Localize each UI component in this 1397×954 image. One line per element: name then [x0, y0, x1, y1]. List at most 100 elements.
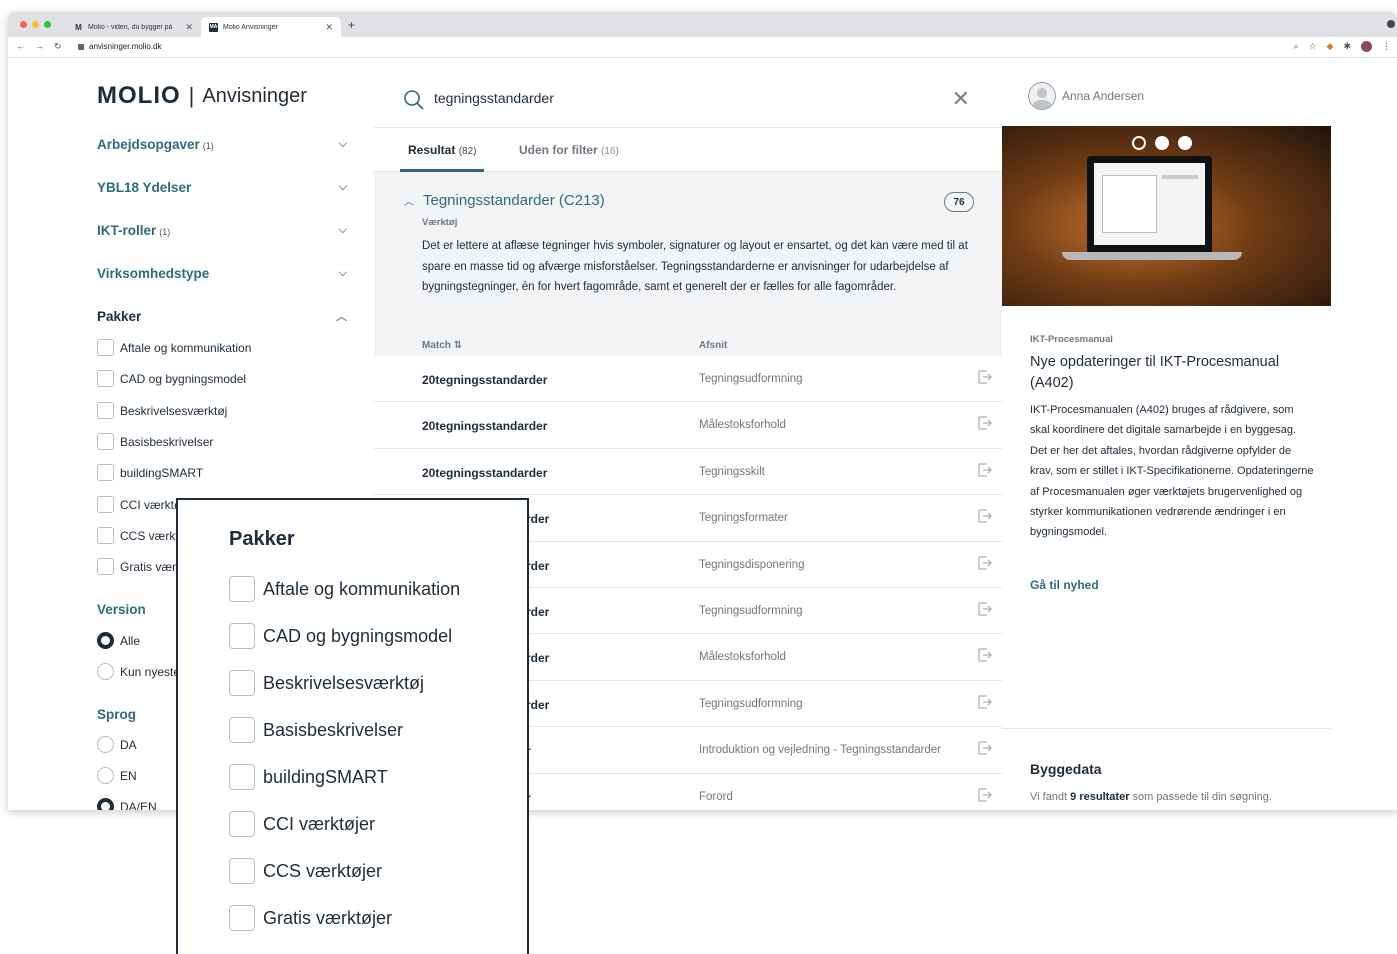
checkbox[interactable] — [97, 402, 114, 419]
lock-icon — [78, 43, 84, 50]
pakke-checkbox[interactable]: Aftale og kommunikation — [97, 339, 251, 356]
filter-label: Pakker — [97, 308, 142, 324]
checkbox[interactable] — [229, 576, 255, 602]
checkbox[interactable] — [229, 905, 255, 931]
checkbox[interactable] — [97, 339, 114, 356]
external-link-icon[interactable] — [978, 509, 992, 523]
zoom-checkbox[interactable]: Beskrivelsesværktøj — [229, 670, 424, 696]
checkbox[interactable] — [229, 717, 255, 743]
address-bar[interactable]: anvisninger.molio.dk — [78, 42, 161, 51]
pakke-checkbox[interactable]: Beskrivelsesværktøj — [97, 402, 227, 419]
zoom-checkbox[interactable]: Gratis værktøjer — [229, 905, 392, 931]
carousel-dot[interactable] — [1178, 136, 1192, 150]
filter-ybl18-ydelser[interactable]: YBL18 Ydelser ⌵ — [97, 176, 347, 198]
profile-avatar[interactable] — [1361, 41, 1372, 52]
star-icon[interactable]: ☆ — [1308, 41, 1316, 52]
browser-tab-anvisninger[interactable]: MA Molio Anvisninger ✕ — [201, 17, 341, 37]
zoom-checkbox[interactable]: Basisbeskrivelser — [229, 717, 403, 743]
search-input[interactable]: tegningsstandarder — [434, 90, 554, 106]
checkbox[interactable] — [97, 496, 114, 513]
pakke-checkbox[interactable]: buildingSMART — [97, 464, 203, 481]
tab-resultat[interactable]: Resultat (82) — [408, 143, 476, 157]
puzzle-extension-icon[interactable]: ✱ — [1343, 41, 1351, 52]
table-row[interactable]: 20tegningsstandarder Tegningsudformning — [374, 356, 1002, 403]
checkbox[interactable] — [97, 370, 114, 387]
checkbox[interactable] — [97, 527, 114, 544]
filter-count: (1) — [159, 226, 171, 237]
external-link-icon[interactable] — [978, 695, 992, 709]
divider — [1002, 728, 1331, 729]
filter-ikt-roller[interactable]: IKT-roller (1) ⌵ — [97, 219, 347, 241]
chevron-up-icon: ︿ — [336, 311, 347, 323]
radio-label: DA — [120, 737, 137, 752]
checkbox[interactable] — [229, 764, 255, 790]
version-radio[interactable]: Alle — [97, 632, 140, 649]
radio-selected[interactable] — [97, 798, 114, 810]
row-match: rder — [526, 512, 550, 527]
checkbox[interactable] — [229, 858, 255, 884]
external-link-icon[interactable] — [978, 370, 992, 384]
fox-extension-icon[interactable]: ◆ — [1327, 41, 1334, 52]
minimize-window-button[interactable] — [32, 21, 39, 28]
zoom-checkbox[interactable]: CCS værktøjer — [229, 858, 382, 884]
close-window-button[interactable] — [20, 21, 27, 28]
zoom-icon[interactable]: ⌕ — [1293, 41, 1298, 52]
pakke-checkbox[interactable]: Basisbeskrivelser — [97, 433, 213, 450]
external-link-icon[interactable] — [978, 463, 992, 477]
checkbox[interactable] — [97, 464, 114, 481]
checkbox[interactable] — [97, 558, 114, 575]
zoom-checkbox[interactable]: Aftale og kommunikation — [229, 576, 460, 602]
carousel-dot[interactable] — [1132, 136, 1146, 150]
browser-tab-molio[interactable]: M Molio - viden, du bygger på ✕ — [66, 17, 201, 37]
external-link-icon[interactable] — [978, 788, 992, 802]
radio-selected[interactable] — [97, 632, 114, 649]
checkbox[interactable] — [229, 811, 255, 837]
radio[interactable] — [97, 736, 114, 753]
close-tab-icon[interactable]: ✕ — [185, 22, 193, 33]
reload-icon[interactable]: ↻ — [54, 41, 62, 52]
external-link-icon[interactable] — [978, 602, 992, 616]
sprog-radio[interactable]: EN — [97, 767, 137, 784]
sort-icon[interactable]: ⇅ — [454, 340, 462, 351]
maximize-window-button[interactable] — [44, 21, 51, 28]
sprog-radio[interactable]: DA — [97, 736, 137, 753]
zoom-checkbox[interactable]: buildingSMART — [229, 764, 388, 790]
external-link-icon[interactable] — [978, 416, 992, 430]
checkbox[interactable] — [97, 433, 114, 450]
tab-uden-for-filter[interactable]: Uden for filter (16) — [519, 143, 619, 157]
version-radio[interactable]: Kun nyeste — [97, 663, 180, 680]
external-link-icon[interactable] — [978, 648, 992, 662]
filter-virksomhedstype[interactable]: Virksomhedstype ⌵ — [97, 262, 347, 284]
section-title-toggle[interactable]: ︿ Tegningsstandarder (C213) — [404, 192, 605, 209]
close-tab-icon[interactable]: ✕ — [325, 22, 333, 33]
radio-label: Kun nyeste — [120, 664, 181, 679]
filter-pakker[interactable]: Pakker ︿ — [97, 305, 347, 327]
zoom-checkbox[interactable]: CCI værktøjer — [229, 811, 375, 837]
chevron-down-icon: ⌵ — [338, 266, 347, 279]
menu-dots-icon[interactable]: ⋮ — [1382, 41, 1391, 52]
user-profile[interactable]: Anna Andersen — [1028, 82, 1144, 110]
filter-arbejdsopgaver[interactable]: Arbejdsopgaver (1) ⌵ — [97, 133, 347, 155]
new-tab-icon[interactable]: + — [348, 18, 355, 32]
table-row[interactable]: 20tegningsstandarder Målestoksforhold — [374, 402, 1002, 449]
checkbox[interactable] — [229, 623, 255, 649]
news-link[interactable]: Gå til nyhed — [1030, 578, 1099, 592]
clear-search-icon[interactable]: ✕ — [952, 86, 970, 112]
molio-logo[interactable]: MOLIO | Anvisninger — [97, 82, 307, 110]
forward-arrow-icon[interactable]: → — [35, 41, 44, 52]
column-header-match[interactable]: Match ⇅ — [422, 340, 462, 351]
zoom-checkbox[interactable]: CAD og bygningsmodel — [229, 623, 452, 649]
radio[interactable] — [97, 767, 114, 784]
row-section: Tegningsdisponering — [699, 558, 805, 571]
sprog-radio[interactable]: DA/EN — [97, 798, 157, 810]
laptop-base — [1062, 252, 1242, 260]
carousel-dot[interactable] — [1155, 136, 1169, 150]
pakke-checkbox[interactable]: CAD og bygningsmodel — [97, 370, 246, 387]
external-link-icon[interactable] — [978, 741, 992, 755]
external-link-icon[interactable] — [978, 556, 992, 570]
checkbox[interactable] — [229, 670, 255, 696]
table-row[interactable]: 20tegningsstandarder Tegningsskilt — [374, 448, 1002, 496]
search-bar[interactable]: tegningsstandarder ✕ — [374, 58, 1002, 128]
back-arrow-icon[interactable]: ← — [16, 41, 25, 52]
radio[interactable] — [97, 663, 114, 680]
